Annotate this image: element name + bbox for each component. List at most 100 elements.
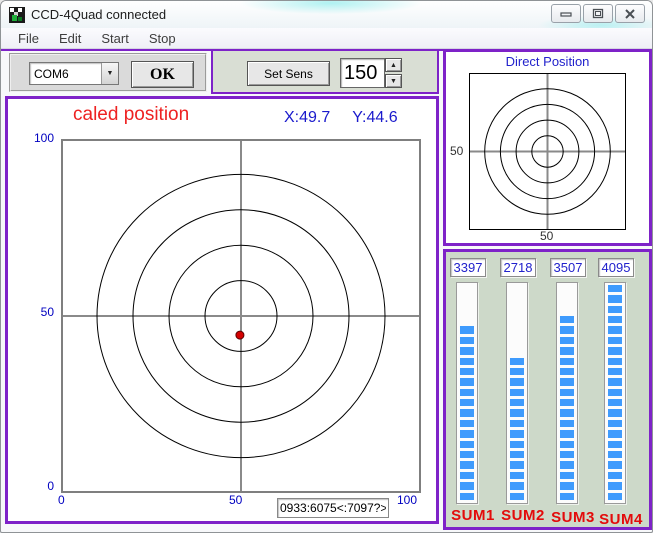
gauge-segment: [510, 399, 524, 406]
x-tick-50: 50: [229, 493, 242, 507]
sum1-gauge: 3397 SUM1: [450, 258, 496, 524]
position-readout: X:49.7 Y:44.6: [284, 109, 398, 127]
minimize-button[interactable]: [551, 4, 581, 23]
sum2-value-field[interactable]: 2718: [500, 258, 536, 277]
gauge-segment: [460, 389, 474, 396]
close-button[interactable]: [615, 4, 645, 23]
direct-y-tick-50: 50: [450, 144, 463, 158]
gauge-segment: [608, 306, 622, 313]
gauge-segment: [560, 368, 574, 375]
gauge-segment: [460, 472, 474, 479]
gauge-segment: [608, 493, 622, 500]
sum4-gauge: 4095 SUM4: [598, 258, 644, 528]
sum2-label: SUM2: [500, 507, 546, 524]
sum4-value-field[interactable]: 4095: [598, 258, 634, 277]
raw-data-field[interactable]: [277, 498, 389, 518]
close-icon: [624, 9, 636, 19]
direct-position-plot: [469, 73, 626, 230]
app-icon: [9, 7, 25, 23]
menubar: File Edit Start Stop: [1, 28, 652, 49]
gauge-segment: [608, 472, 622, 479]
gauge-segment: [460, 326, 474, 333]
gauge-segment: [608, 482, 622, 489]
titlebar[interactable]: CCD-4Quad connected: [1, 1, 652, 28]
arrow-down-icon: ▼: [390, 78, 397, 85]
gauge-segment: [560, 409, 574, 416]
gauge-segment: [608, 295, 622, 302]
sensitivity-panel: Set Sens 150 ▲ ▼: [211, 49, 439, 94]
gauge-segment: [560, 389, 574, 396]
gauge-segment: [608, 399, 622, 406]
gauge-segment: [608, 368, 622, 375]
gauge-segment: [560, 441, 574, 448]
spinner-down-button[interactable]: ▼: [385, 74, 402, 88]
gauge-segment: [510, 389, 524, 396]
gauge-segment: [460, 399, 474, 406]
gauge-segment: [510, 368, 524, 375]
minimize-icon: [560, 9, 572, 19]
gauge-segment: [460, 378, 474, 385]
gauge-segment: [460, 347, 474, 354]
maximize-button[interactable]: [583, 4, 613, 23]
app-window: CCD-4Quad connected File Edit: [0, 0, 653, 533]
position-dot: [236, 331, 244, 339]
menu-item-file[interactable]: File: [9, 29, 50, 48]
gauge-segment: [608, 337, 622, 344]
gauge-segment: [460, 441, 474, 448]
x-tick-0: 0: [58, 493, 65, 507]
gauge-segment: [560, 347, 574, 354]
sum1-value-field[interactable]: 3397: [450, 258, 486, 277]
set-sens-button[interactable]: Set Sens: [247, 61, 330, 86]
combo-dropdown-button[interactable]: ▼: [101, 63, 118, 84]
menu-item-edit[interactable]: Edit: [50, 29, 92, 48]
chevron-down-icon: ▼: [107, 70, 114, 77]
sum1-label: SUM1: [450, 507, 496, 524]
gauge-segment: [608, 326, 622, 333]
menu-item-start[interactable]: Start: [92, 29, 139, 48]
window-title: CCD-4Quad connected: [31, 7, 166, 22]
com-port-select[interactable]: COM6 ▼: [29, 62, 119, 85]
gauge-segment: [560, 399, 574, 406]
gauge-segment: [608, 347, 622, 354]
maximize-icon: [592, 8, 604, 19]
gauge-segment: [608, 358, 622, 365]
gauge-segment: [608, 420, 622, 427]
y-tick-100: 100: [28, 131, 54, 145]
gauge-segment: [560, 493, 574, 500]
ok-button[interactable]: OK: [131, 61, 194, 88]
gauge-segment: [560, 358, 574, 365]
sum4-label: SUM4: [598, 511, 644, 528]
gauge-segment: [608, 378, 622, 385]
y-tick-50: 50: [28, 305, 54, 319]
gauge-segment: [460, 493, 474, 500]
sum3-label: SUM3: [550, 509, 596, 526]
sum3-value-field[interactable]: 3507: [550, 258, 586, 277]
gauge-segment: [560, 451, 574, 458]
gauge-segment: [510, 493, 524, 500]
x-readout: X:49.7: [284, 109, 330, 127]
gauge-segment: [460, 409, 474, 416]
gauge-segment: [560, 316, 574, 323]
gauge-segment: [560, 420, 574, 427]
gauge-segment: [608, 430, 622, 437]
menu-item-stop[interactable]: Stop: [140, 29, 187, 48]
sum2-gauge-track: [506, 282, 528, 504]
y-tick-0: 0: [28, 479, 54, 493]
sum4-gauge-track: [604, 282, 626, 504]
direct-x-tick-50: 50: [540, 229, 553, 243]
gauge-segment: [510, 378, 524, 385]
gauge-segment: [560, 472, 574, 479]
com-port-panel: COM6 ▼ OK: [9, 53, 207, 92]
gauge-segment: [460, 420, 474, 427]
gauge-segment: [560, 430, 574, 437]
gauge-segment: [608, 389, 622, 396]
gauge-segment: [460, 358, 474, 365]
sensitivity-value-field[interactable]: 150: [340, 58, 385, 88]
calibrated-position-plot: [61, 139, 421, 493]
spinner-up-button[interactable]: ▲: [385, 58, 402, 72]
sensitivity-spinner: ▲ ▼: [385, 58, 402, 88]
gauge-segment: [608, 441, 622, 448]
sum3-gauge: 3507 SUM3: [550, 258, 596, 526]
sum1-gauge-track: [456, 282, 478, 504]
y-readout: Y:44.6: [352, 109, 397, 127]
